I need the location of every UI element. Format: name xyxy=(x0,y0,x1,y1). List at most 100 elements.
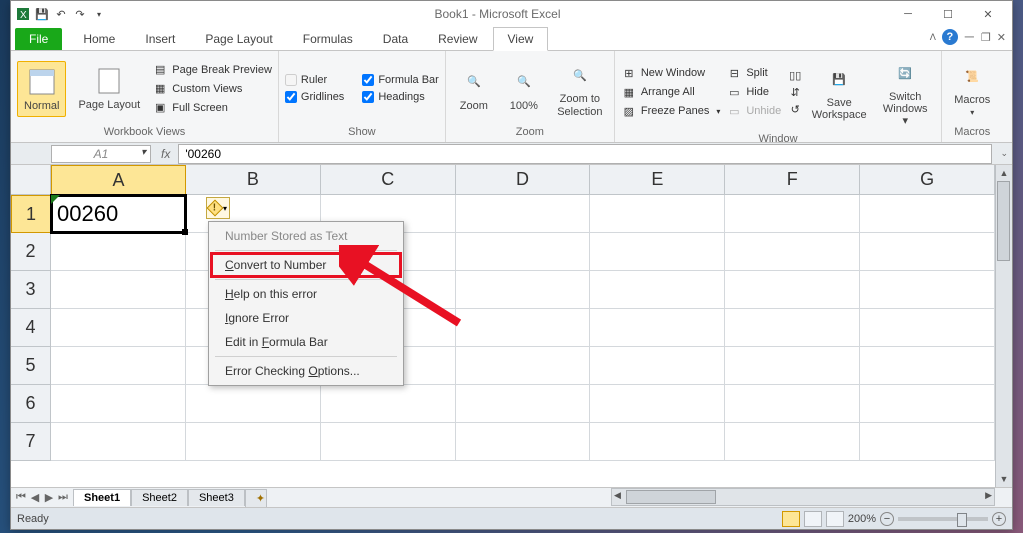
cell[interactable] xyxy=(590,385,725,423)
sheet-tab-2[interactable]: Sheet2 xyxy=(131,489,188,506)
save-workspace-button[interactable]: 💾SaveWorkspace xyxy=(809,59,869,125)
cell-d1[interactable] xyxy=(456,195,591,233)
tab-insert[interactable]: Insert xyxy=(130,27,190,50)
cell[interactable] xyxy=(590,271,725,309)
reset-position-button[interactable]: ↺ xyxy=(787,101,803,117)
full-screen-button[interactable]: ▣Full Screen xyxy=(152,100,272,116)
cell[interactable] xyxy=(51,271,186,309)
arrange-all-button[interactable]: ▦Arrange All xyxy=(621,84,721,100)
sync-scroll-button[interactable]: ⇵ xyxy=(787,84,803,100)
gridlines-checkbox[interactable]: Gridlines xyxy=(285,90,344,104)
new-window-button[interactable]: ⊞New Window xyxy=(621,65,721,81)
row-header-6[interactable]: 6 xyxy=(11,385,51,423)
cell[interactable] xyxy=(860,385,995,423)
cell[interactable] xyxy=(51,385,186,423)
cell[interactable] xyxy=(456,385,591,423)
tab-data[interactable]: Data xyxy=(368,27,423,50)
vertical-scrollbar[interactable]: ▲ ▼ xyxy=(995,165,1012,487)
split-button[interactable]: ⊟Split xyxy=(726,65,781,81)
menu-item-options[interactable]: Error Checking Options... xyxy=(211,359,401,383)
cell[interactable] xyxy=(51,309,186,347)
page-break-preview-button[interactable]: ▤Page Break Preview xyxy=(152,62,272,78)
cell[interactable] xyxy=(321,423,456,461)
cell-a1[interactable]: 00260 xyxy=(51,195,186,233)
tab-home[interactable]: Home xyxy=(68,27,130,50)
minimize-button[interactable]: ─ xyxy=(888,3,928,25)
tab-review[interactable]: Review xyxy=(423,27,492,50)
page-break-toggle[interactable] xyxy=(826,511,844,527)
scroll-up-icon[interactable]: ▲ xyxy=(996,165,1012,181)
cell-f1[interactable] xyxy=(725,195,860,233)
cells-area[interactable]: 00260 xyxy=(51,195,995,487)
cell[interactable] xyxy=(456,347,591,385)
zoom-level[interactable]: 200% xyxy=(848,513,876,525)
new-sheet-button[interactable]: ✦ xyxy=(245,489,267,507)
tab-view[interactable]: View xyxy=(493,27,549,51)
close-button[interactable]: ✕ xyxy=(968,3,1008,25)
unhide-button[interactable]: ▭Unhide xyxy=(726,103,781,119)
sheet-tab-1[interactable]: Sheet1 xyxy=(73,489,131,506)
row-header-5[interactable]: 5 xyxy=(11,347,51,385)
scroll-left-icon[interactable]: ◀ xyxy=(614,490,621,501)
scroll-thumb[interactable] xyxy=(997,181,1010,261)
select-all-triangle[interactable] xyxy=(11,165,51,195)
cell-g1[interactable] xyxy=(860,195,995,233)
normal-view-toggle[interactable] xyxy=(782,511,800,527)
cell[interactable] xyxy=(860,271,995,309)
col-header-d[interactable]: D xyxy=(456,165,591,195)
cell[interactable] xyxy=(725,423,860,461)
cell[interactable] xyxy=(186,423,321,461)
col-header-c[interactable]: C xyxy=(321,165,456,195)
sheet-nav-prev-icon[interactable]: ◀ xyxy=(29,491,41,504)
zoom-in-button[interactable]: + xyxy=(992,512,1006,526)
cell[interactable] xyxy=(456,309,591,347)
row-header-1[interactable]: 1 xyxy=(11,195,51,233)
zoom-out-button[interactable]: − xyxy=(880,512,894,526)
cell[interactable] xyxy=(321,385,456,423)
row-header-3[interactable]: 3 xyxy=(11,271,51,309)
zoom-selection-button[interactable]: 🔍Zoom to Selection xyxy=(552,55,608,121)
cell[interactable] xyxy=(725,233,860,271)
undo-icon[interactable]: ↶ xyxy=(53,6,69,22)
formula-expand-icon[interactable]: ⌄ xyxy=(996,148,1012,159)
col-header-b[interactable]: B xyxy=(186,165,321,195)
formula-input[interactable]: '00260 xyxy=(178,144,992,164)
name-box[interactable]: A1 xyxy=(51,145,151,163)
sheet-tab-3[interactable]: Sheet3 xyxy=(188,489,245,506)
fx-icon[interactable]: fx xyxy=(153,147,178,161)
freeze-panes-button[interactable]: ▨Freeze Panes▾ xyxy=(621,103,721,119)
sheet-nav-last-icon[interactable]: ⏭ xyxy=(57,491,69,504)
tab-page-layout[interactable]: Page Layout xyxy=(190,27,287,50)
cell[interactable] xyxy=(590,423,725,461)
cell[interactable] xyxy=(725,347,860,385)
headings-checkbox[interactable]: Headings xyxy=(362,90,439,104)
col-header-e[interactable]: E xyxy=(590,165,725,195)
doc-restore-icon[interactable]: ❐ xyxy=(981,31,991,44)
cell[interactable] xyxy=(590,347,725,385)
qat-dropdown-icon[interactable]: ▾ xyxy=(91,6,107,22)
cell-e1[interactable] xyxy=(590,195,725,233)
cell[interactable] xyxy=(51,347,186,385)
doc-close-icon[interactable]: ✕ xyxy=(997,31,1006,44)
col-header-a[interactable]: A xyxy=(51,165,186,195)
cell[interactable] xyxy=(860,347,995,385)
macros-button[interactable]: 📜Macros▾ xyxy=(948,56,996,121)
minimize-ribbon-icon[interactable]: ᐱ xyxy=(930,32,936,43)
cell[interactable] xyxy=(186,385,321,423)
cell[interactable] xyxy=(456,423,591,461)
cell[interactable] xyxy=(725,385,860,423)
scroll-right-icon[interactable]: ▶ xyxy=(985,490,992,501)
switch-windows-button[interactable]: 🔄SwitchWindows ▾ xyxy=(875,53,935,131)
error-smart-tag-button[interactable]: ! ▾ xyxy=(206,197,230,219)
save-icon[interactable]: 💾 xyxy=(34,6,50,22)
custom-views-button[interactable]: ▦Custom Views xyxy=(152,81,272,97)
zoom-button[interactable]: 🔍Zoom xyxy=(452,62,496,116)
doc-minimize-icon[interactable]: ㇐ xyxy=(964,29,975,45)
view-side-by-side-button[interactable]: ▯▯ xyxy=(787,67,803,83)
cell[interactable] xyxy=(51,423,186,461)
row-header-4[interactable]: 4 xyxy=(11,309,51,347)
col-header-g[interactable]: G xyxy=(860,165,995,195)
sheet-nav-first-icon[interactable]: ⏮ xyxy=(15,491,27,504)
cell[interactable] xyxy=(590,309,725,347)
cell[interactable] xyxy=(860,423,995,461)
